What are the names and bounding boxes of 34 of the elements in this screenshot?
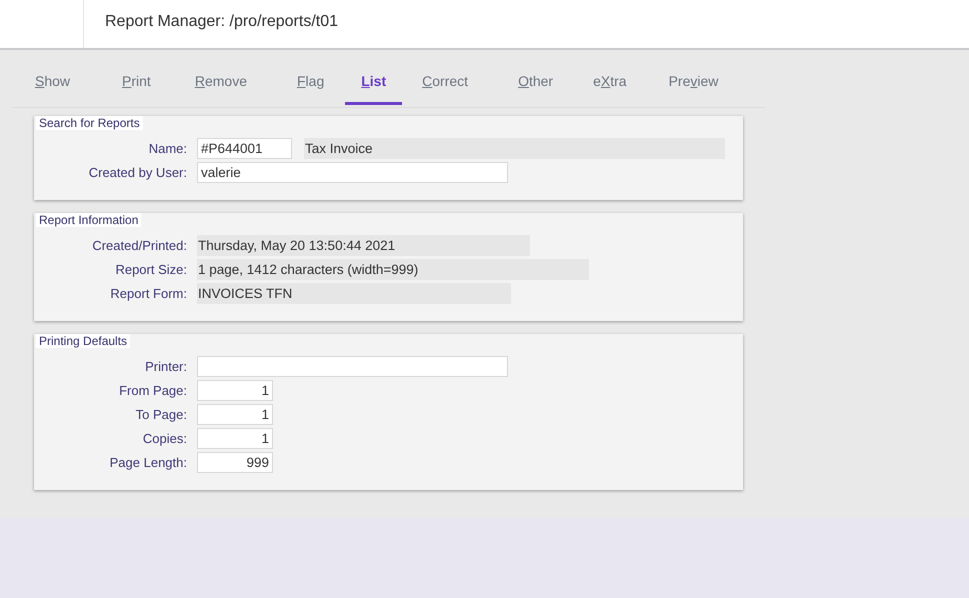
tab[interactable]: Correct (406, 60, 484, 105)
input-field[interactable]: 1 (197, 428, 273, 448)
field-label: Printer: (144, 358, 187, 374)
field-label: Copies: (142, 430, 187, 446)
field-label: Page Length: (108, 454, 187, 470)
field-label: Name: (148, 140, 187, 156)
field-label: Created by User: (88, 164, 187, 180)
tab[interactable]: Other (502, 60, 570, 105)
input-field[interactable]: 1 (197, 380, 273, 400)
tab[interactable]: Show (19, 60, 86, 105)
tab[interactable]: Remove (178, 60, 263, 105)
panel-title: Search for Reports (36, 116, 143, 130)
window-title: Report Manager: /pro/reports/t01 (104, 13, 338, 32)
tab[interactable]: Flag (280, 60, 340, 105)
input-field[interactable]: 999 (197, 452, 273, 472)
tab[interactable]: Print (106, 60, 167, 105)
field-label: From Page: (118, 382, 187, 398)
field-label: Report Size: (114, 262, 187, 276)
input-field[interactable]: #P644001 (197, 138, 292, 158)
input-field[interactable]: valerie (197, 162, 508, 182)
input-field[interactable] (197, 356, 508, 376)
panel-title: Report Information (36, 213, 142, 227)
field-label: To Page: (134, 406, 187, 422)
value-text: 1 page, 1412 characters (width=999) (197, 258, 589, 280)
value-text: INVOICES TFN (197, 282, 511, 304)
value-text: Thursday, May 20 13:50:44 2021 (197, 234, 530, 256)
value-text: Tax Invoice (304, 138, 725, 158)
panel-title: Printing Defaults (36, 334, 130, 348)
tab[interactable]: eXtra (577, 60, 643, 105)
field-label: Report Form: (109, 286, 187, 300)
input-field[interactable]: 1 (197, 404, 273, 424)
field-label: Created/Printed: (91, 238, 187, 252)
tab[interactable]: List (345, 60, 402, 105)
tab[interactable]: Preview (652, 60, 734, 105)
